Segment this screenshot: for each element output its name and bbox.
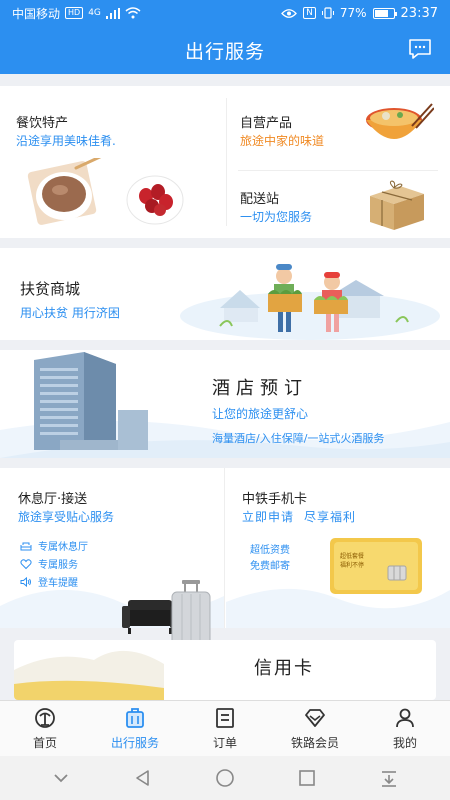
sofa-icon [20, 542, 32, 550]
tab-mine[interactable]: 我的 [360, 701, 450, 756]
wifi-icon [125, 7, 141, 19]
lounge-subtitle: 旅途享受贴心服务 [18, 510, 115, 524]
lounge-title: 休息厅·接送 [18, 492, 88, 507]
sim-card-title: 中铁手机卡 [242, 492, 308, 507]
tab-railway-member[interactable]: 铁路会员 [270, 701, 360, 756]
tab-orders[interactable]: 订单 [180, 701, 270, 756]
eye-icon [281, 8, 298, 18]
hotel-features: 海量酒店/入住保障/一站式火酒服务 [212, 432, 385, 445]
bottom-tab-bar: 首页 出行服务 订单 铁路会员 我的 [0, 700, 450, 756]
sim-card-subtitle-apply: 立即申请 [242, 510, 295, 524]
railway-logo-icon [35, 708, 55, 728]
poverty-mall-subtitle: 用心扶贫 用行济困 [20, 306, 120, 320]
feature-item: 专属休息厅 [20, 538, 88, 553]
recents-icon[interactable] [296, 767, 318, 789]
food-title: 餐饮特产 [16, 116, 69, 131]
hotel-subtitle: 让您的旅途更舒心 [212, 407, 309, 421]
back-icon[interactable] [132, 767, 154, 789]
poverty-mall-card[interactable]: 扶贫商城 用心扶贫 用行济困 [0, 248, 450, 340]
own-products-subtitle: 旅途中家的味道 [240, 134, 325, 148]
farmers-illustration [180, 264, 440, 340]
vibrate-icon [321, 7, 334, 19]
order-list-icon [216, 708, 234, 728]
tab-label: 首页 [32, 736, 57, 750]
sim-line: 免费邮寄 [250, 561, 290, 572]
phone-card-line: 福利不停 [340, 562, 365, 569]
top-header: 出行服务 [0, 26, 450, 74]
divider [238, 170, 438, 171]
page-title: 出行服务 [184, 40, 265, 63]
dates-plate-image [126, 175, 184, 225]
hotel-booking-card[interactable]: 酒店预订 让您的旅途更舒心 海量酒店/入住保障/一站式火酒服务 [0, 350, 450, 458]
own-products-title: 自营产品 [240, 116, 293, 131]
feature-item: 专属服务 [20, 556, 78, 571]
services-content: 餐饮特产 沿途享用美味佳肴. 自营产品 旅途中家的味道 配送站 一切为您服务 扶… [0, 74, 450, 700]
food-subtitle: 沿途享用美味佳肴. [16, 134, 116, 148]
heart-icon [20, 558, 32, 569]
hd-badge: HD [65, 7, 84, 19]
phone-card-line: 超低套餐 [340, 553, 365, 560]
battery-icon [372, 7, 397, 19]
network-type: 4G [88, 8, 101, 18]
porridge-bowl-image [27, 158, 102, 225]
luggage-icon [126, 708, 144, 728]
system-nav-bar [0, 756, 450, 800]
signal-icon [105, 7, 120, 19]
feature-label: 专属休息厅 [38, 542, 88, 553]
feature-label: 专属服务 [38, 560, 78, 571]
feature-item: 登车提醒 [20, 574, 78, 589]
poverty-mall-title: 扶贫商城 [20, 280, 81, 298]
credit-card-banner[interactable]: 信用卡 [14, 640, 436, 700]
speaker-icon [20, 576, 31, 587]
carrier-name: 中国移动 [12, 6, 61, 21]
tab-label: 订单 [212, 736, 237, 750]
clock: 23:37 [400, 5, 438, 21]
person-icon [396, 708, 414, 728]
lounge-sim-section: 休息厅·接送 旅途享受贴心服务 专属休息厅 专属服务 登车提醒 中铁手机卡 立即… [0, 468, 450, 651]
tab-label: 我的 [392, 736, 417, 750]
tab-travel-services[interactable]: 出行服务 [90, 701, 180, 756]
sim-line: 超低资费 [250, 545, 290, 556]
catering-section: 餐饮特产 沿途享用美味佳肴. 自营产品 旅途中家的味道 配送站 一切为您服务 [0, 86, 450, 238]
sim-card-lines: 超低资费 免费邮寄 [250, 543, 290, 575]
tab-label: 出行服务 [110, 736, 159, 750]
home-icon[interactable] [214, 767, 236, 789]
tab-home[interactable]: 首页 [0, 701, 90, 756]
message-icon[interactable] [408, 38, 432, 60]
noodle-bowl-image [366, 103, 434, 139]
status-bar: 中国移动 HD 4G N 77% 23:37 [0, 0, 450, 26]
notification-pull-icon[interactable] [378, 767, 400, 789]
feature-label: 登车提醒 [38, 578, 78, 589]
sim-card-subtitle-benefits: 尽享福利 [304, 510, 357, 524]
delivery-subtitle: 一切为您服务 [240, 210, 313, 224]
tab-label: 铁路会员 [290, 736, 339, 750]
battery-percent: 77% [339, 6, 367, 20]
hotel-title: 酒店预订 [212, 378, 308, 399]
divider [226, 98, 227, 226]
credit-card-illustration [14, 650, 164, 700]
credit-card-title: 信用卡 [254, 658, 314, 679]
chevron-down-icon[interactable] [50, 767, 72, 789]
diamond-icon [305, 709, 325, 727]
phone-card-text: 超低套餐 福利不停 [340, 552, 364, 570]
sim-card-subtitle: 立即申请 尽享福利 [242, 508, 366, 525]
delivery-title: 配送站 [240, 192, 280, 207]
nfc-icon: N [303, 7, 316, 19]
divider [224, 468, 225, 628]
parcel-box-image [370, 180, 424, 230]
